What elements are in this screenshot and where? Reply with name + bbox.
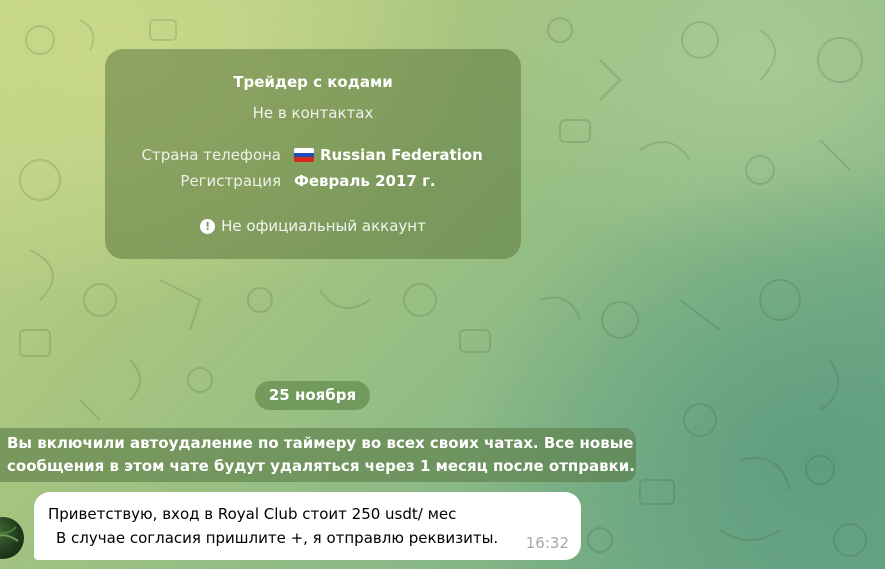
registration-label: Регистрация <box>180 172 281 190</box>
unofficial-account-warning: ! Не официальный аккаунт <box>105 217 521 235</box>
message-text-line-1: Приветствую, вход в Royal Club стоит 250… <box>48 505 457 523</box>
incoming-message-bubble[interactable]: Приветствую, вход в Royal Club стоит 250… <box>34 492 581 560</box>
service-message-line-2: сообщения в этом чате будут удаляться че… <box>7 457 635 475</box>
phone-country-value: Russian Federation <box>320 146 483 164</box>
warning-text: Не официальный аккаунт <box>221 217 426 235</box>
phone-country-label: Страна телефона <box>141 146 281 164</box>
registration-row: Регистрация Февраль 2017 г. <box>105 172 521 192</box>
contact-info-card: Трейдер с кодами Не в контактах Страна т… <box>105 49 521 259</box>
service-message-line-1: Вы включили автоудаление по таймеру во в… <box>7 434 634 452</box>
registration-value: Февраль 2017 г. <box>294 172 436 190</box>
exclamation-circle-icon: ! <box>200 219 216 234</box>
phone-country-value-wrap: Russian Federation <box>294 146 483 164</box>
date-separator: 25 ноября <box>255 381 370 410</box>
service-message-autodelete: Вы включили автоудаление по таймеру во в… <box>0 428 636 482</box>
flag-russia-icon <box>294 148 314 162</box>
message-text-line-2: В случае согласия пришлите +, я отправлю… <box>56 529 499 547</box>
message-time: 16:32 <box>525 534 569 552</box>
contact-status: Не в контактах <box>252 104 374 122</box>
phone-country-row: Страна телефона Russian Federation <box>105 146 521 166</box>
contact-name: Трейдер с кодами <box>233 73 393 91</box>
